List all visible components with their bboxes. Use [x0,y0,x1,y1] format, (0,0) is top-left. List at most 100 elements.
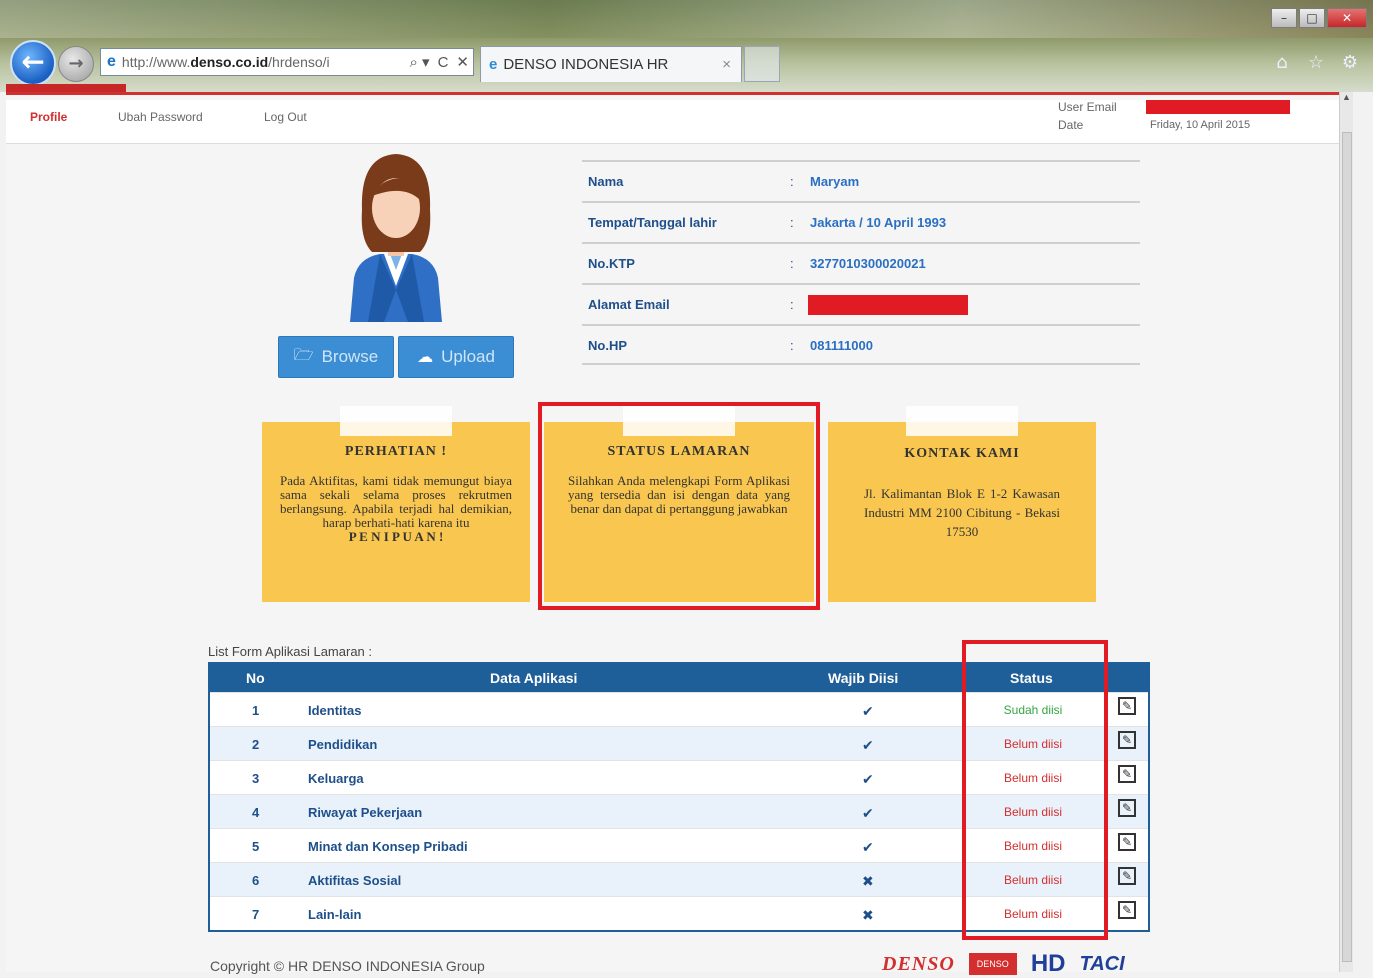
edit-icon[interactable]: ✎ [1118,697,1136,715]
cross-icon: ✖ [862,907,874,923]
denso-logo: DENSO [882,952,955,975]
tab-close-icon[interactable]: × [722,56,741,73]
field-value: 081111000 [810,338,873,353]
nav-logout[interactable]: Log Out [264,110,307,124]
folder-open-icon: 🗁 [293,346,314,364]
taci-logo: TACI [1079,952,1125,975]
profile-table: Nama : Maryam Tempat/Tanggal lahir : Jak… [582,160,1140,365]
nav-profile[interactable]: Profile [30,110,67,124]
field-label: Alamat Email [588,297,670,312]
new-tab-button[interactable] [744,46,780,82]
check-icon: ✔ [862,703,874,719]
browser-chrome: – □ ✕ ← → e http://www.denso.co.id/hrden… [0,0,1373,92]
browser-tab[interactable]: e DENSO INDONESIA HR × [480,46,742,82]
row-name: Riwayat Pekerjaan [308,805,423,820]
tape [340,406,452,436]
row-name: Aktifitas Sosial [308,873,402,888]
gear-icon[interactable]: ⚙ [1339,52,1361,74]
user-email-label: User Email [1058,100,1117,114]
edit-icon[interactable]: ✎ [1118,901,1136,919]
note-emphasis: P E N I P U A N ! [348,529,444,544]
row-no: 4 [252,805,260,820]
profile-row-ktp: No.KTP : 3277010300020021 [582,242,1140,283]
date-value: Friday, 10 April 2015 [1150,119,1251,131]
refresh-icon[interactable]: C [434,54,453,71]
ie-icon: e [107,53,116,70]
field-label: No.HP [588,338,627,353]
row-no: 6 [252,873,260,888]
field-label: Tempat/Tanggal lahir [588,215,717,230]
edit-icon[interactable]: ✎ [1118,765,1136,783]
window-background [0,0,1373,38]
header-wajib: Wajib Diisi [828,670,899,686]
url-host: denso.co.id [190,54,269,70]
stop-icon[interactable]: ✕ [452,53,473,71]
browse-button[interactable]: 🗁 Browse [278,336,394,378]
field-value: 3277010300020021 [810,256,926,271]
note-body: Jl. Kalimantan Blok E 1-2 Kawasan Indust… [864,486,1060,539]
browser-tools: ⌂ ☆ ⚙ [1271,52,1361,74]
url-prefix: http://www. [121,54,191,70]
forward-button[interactable]: → [58,46,94,82]
edit-icon[interactable]: ✎ [1118,731,1136,749]
url-text[interactable]: http://www.denso.co.id/hrdenso/i [122,54,406,70]
note-body: Pada Aktifitas, kami tidak memungut biay… [280,474,512,544]
note-kontak: KONTAK KAMI Jl. Kalimantan Blok E 1-2 Ka… [828,406,1096,602]
tape [906,406,1018,436]
date-label: Date [1058,118,1084,132]
edit-icon[interactable]: ✎ [1118,867,1136,885]
edit-icon[interactable]: ✎ [1118,799,1136,817]
upload-button[interactable]: ☁ Upload [398,336,514,378]
check-icon: ✔ [862,805,874,821]
scroll-thumb[interactable] [1342,132,1352,962]
row-no: 7 [252,907,260,922]
row-name: Identitas [308,703,362,718]
header-red-line [6,92,1353,95]
highlight-status-box [538,402,820,610]
home-icon[interactable]: ⌂ [1271,52,1293,74]
profile-row-email: Alamat Email : [582,283,1140,324]
ie-tab-icon: e [489,56,498,73]
scroll-up-icon[interactable]: ▲ [1340,92,1353,102]
field-colon: : [790,215,794,230]
row-name: Keluarga [308,771,364,786]
edit-icon[interactable]: ✎ [1118,833,1136,851]
close-window-button[interactable]: ✕ [1327,8,1367,28]
row-name: Pendidikan [308,737,378,752]
check-icon: ✔ [862,839,874,855]
arrow-right-icon: → [68,53,84,74]
search-dropdown-icon[interactable]: ⌕ ▾ [405,53,433,71]
profile-row-birth: Tempat/Tanggal lahir : Jakarta / 10 Apri… [582,201,1140,242]
address-bar[interactable]: e http://www.denso.co.id/hrdenso/i ⌕ ▾ C… [100,48,474,76]
profile-row-phone: No.HP : 081111000 [582,324,1140,365]
top-navigation: Profile Ubah Password Log Out User Email… [6,100,1353,144]
window-controls: – □ ✕ [1271,8,1367,28]
tab-title: DENSO INDONESIA HR [503,56,669,73]
nav-change-password[interactable]: Ubah Password [118,110,203,124]
field-colon: : [790,174,794,189]
row-name: Lain-lain [308,907,362,922]
profile-row-name: Nama : Maryam [582,160,1140,201]
browse-label: Browse [321,347,379,366]
row-no: 1 [252,703,260,718]
upload-label: Upload [441,347,495,366]
header-data: Data Aplikasi [490,670,578,686]
note-title: PERHATIAN ! [344,444,448,459]
field-colon: : [790,297,794,312]
row-no: 2 [252,737,260,752]
note-title: KONTAK KAMI [904,446,1020,461]
web-page: Profile Ubah Password Log Out User Email… [6,84,1353,977]
highlight-status-column [962,640,1108,940]
maximize-button[interactable]: □ [1299,8,1325,28]
profile-avatar [350,154,442,322]
arrow-left-icon: ← [21,45,45,78]
header-no: No [246,670,265,686]
star-icon[interactable]: ☆ [1305,52,1327,74]
minimize-button[interactable]: – [1271,8,1297,28]
note-text: Pada Aktifitas, kami tidak memungut biay… [280,473,512,530]
back-button[interactable]: ← [10,40,56,86]
row-no: 3 [252,771,260,786]
url-path: /hrdenso/i [268,54,330,70]
page-scrollbar[interactable]: ▲ [1339,92,1353,972]
field-colon: : [790,256,794,271]
